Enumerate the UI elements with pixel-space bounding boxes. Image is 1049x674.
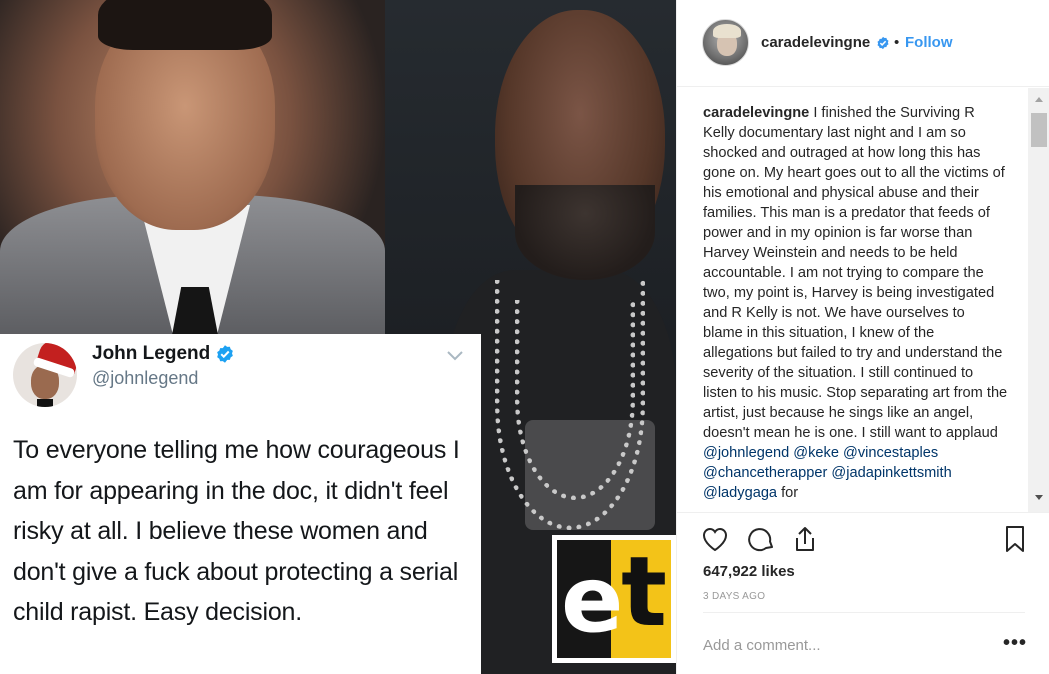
- caption-text: I finished the Surviving R Kelly documen…: [703, 105, 1008, 441]
- post-timestamp[interactable]: 3 DAYS AGO: [703, 591, 765, 602]
- likes-count[interactable]: 647,922 likes: [703, 563, 795, 580]
- action-bar: [677, 512, 1049, 568]
- post-header: caradelevingne • Follow: [677, 0, 1049, 87]
- mention-link[interactable]: @chancetherapper: [703, 465, 827, 481]
- chevron-down-icon: [447, 351, 463, 361]
- tweet-card: John Legend @johnlegend To everyone tell…: [0, 334, 481, 674]
- post-image[interactable]: e t John Legend @johnlegend To everyone …: [0, 0, 676, 674]
- photo-john-legend: [0, 0, 385, 335]
- caption-username-link[interactable]: caradelevingne: [703, 105, 809, 121]
- bow-tie: [37, 399, 53, 407]
- post-side-panel: caradelevingne • Follow caradelevingne I…: [676, 0, 1049, 674]
- caption-tail: for: [777, 485, 799, 501]
- beard-shape: [515, 185, 655, 280]
- mention-link[interactable]: @keke: [793, 445, 839, 461]
- hair-shape: [98, 0, 272, 50]
- scrollbar[interactable]: [1028, 88, 1049, 512]
- comment-bar: •••: [703, 612, 1027, 674]
- verified-badge-icon: [877, 36, 889, 50]
- avatar[interactable]: [702, 19, 749, 66]
- tweet-author-name: John Legend: [92, 343, 211, 364]
- comment-input[interactable]: [703, 631, 973, 659]
- mention-link[interactable]: @johnlegend: [703, 445, 789, 461]
- verified-badge-icon: [217, 345, 233, 363]
- share-icon[interactable]: [789, 523, 821, 555]
- et-watermark-logo: e t: [552, 535, 676, 663]
- bookmark-icon[interactable]: [999, 523, 1031, 555]
- heart-icon[interactable]: [699, 523, 731, 555]
- caption-scroll-area[interactable]: caradelevingne I finished the Surviving …: [677, 88, 1049, 512]
- tweet-avatar: [13, 343, 77, 407]
- avatar-hair: [713, 24, 741, 38]
- follow-button[interactable]: Follow: [905, 34, 953, 51]
- username-link[interactable]: caradelevingne: [761, 34, 870, 51]
- post-caption: caradelevingne I finished the Surviving …: [703, 103, 1008, 503]
- separator-dot: •: [894, 34, 900, 51]
- scroll-down-arrow-icon[interactable]: [1028, 491, 1049, 505]
- mention-link[interactable]: @ladygaga: [703, 485, 777, 501]
- tweet-author-handle: @johnlegend: [92, 368, 199, 388]
- mention-link[interactable]: @vincestaples: [843, 445, 938, 461]
- comment-icon[interactable]: [745, 523, 777, 555]
- et-letter-e: e: [561, 546, 624, 653]
- chain-necklace-inner: [515, 300, 635, 500]
- tweet-text: To everyone telling me how courageous I …: [13, 436, 460, 626]
- scroll-thumb[interactable]: [1031, 113, 1047, 147]
- et-letter-t: t: [621, 536, 667, 648]
- more-options-button[interactable]: •••: [1003, 633, 1027, 653]
- scroll-up-arrow-icon[interactable]: [1028, 92, 1049, 106]
- mention-link[interactable]: @jadapinkettsmith: [831, 465, 951, 481]
